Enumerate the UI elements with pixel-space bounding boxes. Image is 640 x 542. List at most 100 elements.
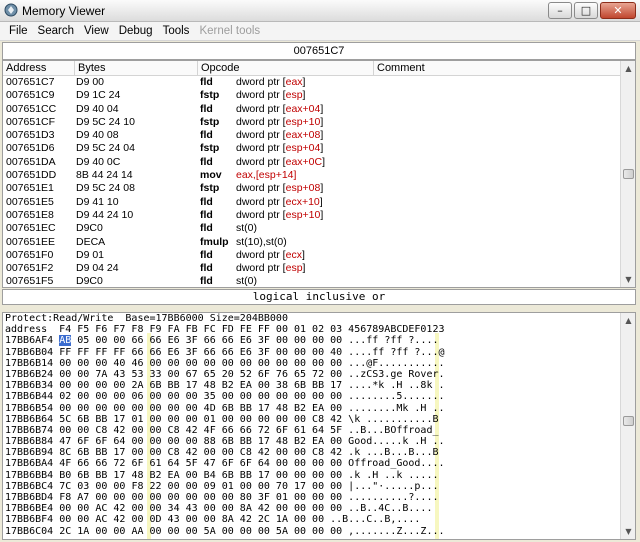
hex-row[interactable]: 17BB6B64 5C 6B BB 17 01 00 00 00 01 00 0… xyxy=(5,414,445,425)
disassembler-row[interactable]: 007651D6 D9 5C 24 04 fstp dword ptr [esp+04… xyxy=(3,142,621,155)
selected-byte[interactable]: AB xyxy=(59,335,72,347)
disassembler-row[interactable]: 007651DA D9 40 0C fld dword ptr [eax+0C] xyxy=(3,156,621,169)
hex-row-bytes: F8 A7 00 00 00 00 00 00 00 00 80 3F 01 0… xyxy=(53,492,343,503)
row-operands: dword ptr [esp+10] xyxy=(236,209,323,222)
hex-row[interactable]: 17BB6BC4 7C 03 00 00 F8 22 00 00 09 01 0… xyxy=(5,481,445,492)
hex-row-address: 17BB6B94 xyxy=(5,447,54,459)
hex-row[interactable]: 17BB6B34 00 00 00 00 2A 6B BB 17 48 B2 E… xyxy=(5,380,445,391)
disassembler-row[interactable]: 007651E1 D9 5C 24 08 fstp dword ptr [esp+08… xyxy=(3,182,621,195)
scroll-down-arrow-icon[interactable]: ▼ xyxy=(621,272,635,287)
menu-debug[interactable]: Debug xyxy=(114,23,158,40)
row-address: 007651E5 xyxy=(6,195,54,208)
hex-row[interactable]: 17BB6B94 8C 6B BB 17 00 00 C8 42 00 00 C… xyxy=(5,447,445,458)
menu-tools[interactable]: Tools xyxy=(158,23,195,40)
column-header-comment[interactable]: Comment xyxy=(374,61,621,75)
hex-row[interactable]: 17BB6AF4 AB 05 00 00 66 66 E6 3F 66 66 E… xyxy=(5,335,445,347)
operand-suffix: ] xyxy=(320,182,324,195)
row-bytes: 8B 44 24 14 xyxy=(76,169,133,182)
disassembler-row[interactable]: 007651F5 D9C0 fld st(0) xyxy=(3,275,621,288)
operand-prefix: dword ptr [ xyxy=(236,129,286,142)
hex-row[interactable]: 17BB6BE4 00 00 AC 42 00 00 34 43 00 00 8… xyxy=(5,503,445,514)
hex-row[interactable]: 17BB6C04 2C 1A 00 00 AA 00 00 00 5A 00 0… xyxy=(5,526,445,537)
scrollbar-thumb[interactable] xyxy=(623,169,634,179)
hex-row[interactable]: 17BB6BB4 B0 6B BB 17 48 B2 EA 00 B4 6B B… xyxy=(5,470,445,481)
disassembler-row[interactable]: 007651CC D9 40 04 fld dword ptr [eax+04] xyxy=(3,103,621,116)
disassembler-row[interactable]: 007651C7 D9 00 fld dword ptr [eax] xyxy=(3,76,621,89)
row-opcode: fld xyxy=(200,102,213,115)
row-address: 007651F0 xyxy=(6,248,54,261)
hex-row[interactable]: 17BB6B04 FF FF FF FF 66 66 E6 3F 66 66 E… xyxy=(5,347,445,358)
disassembler-row[interactable]: 007651F0 D9 01 fld dword ptr [ecx] xyxy=(3,249,621,262)
menu-search[interactable]: Search xyxy=(33,23,79,40)
disassembler-row[interactable]: 007651D3 D9 40 08 fld dword ptr [eax+08] xyxy=(3,129,621,142)
scroll-up-arrow-icon[interactable]: ▲ xyxy=(621,313,635,328)
menu-kernel-tools[interactable]: Kernel tools xyxy=(194,23,265,40)
operand-register: esp+04 xyxy=(285,142,321,155)
row-address: 007651C7 xyxy=(6,76,55,88)
column-header-address[interactable]: Address xyxy=(3,61,75,75)
disassembler-row[interactable]: 007651E8 D9 44 24 10 fld dword ptr [esp+10] xyxy=(3,209,621,222)
hex-row[interactable]: 17BB6B14 00 00 00 40 46 00 00 00 00 00 0… xyxy=(5,358,445,369)
hex-row[interactable]: 17BB6BA4 4F 66 66 72 6F 61 64 5F 47 6F 6… xyxy=(5,458,445,469)
disassembler-row[interactable]: 007651DD 8B 44 24 14 mov eax,[esp+14] xyxy=(3,169,621,182)
scroll-down-arrow-icon[interactable]: ▼ xyxy=(621,524,635,539)
hex-row[interactable]: 17BB6B84 47 6F 6F 64 00 00 00 00 88 6B B… xyxy=(5,436,445,447)
hex-row-ascii: Good.....k .H .. xyxy=(342,436,445,448)
disassembler-row[interactable]: 007651EE DECA fmulp st(10),st(0) xyxy=(3,236,621,249)
operand-suffix: ] xyxy=(301,248,305,261)
operand-register: eax xyxy=(285,76,303,88)
hex-row-address: 17BB6B14 xyxy=(5,357,54,369)
row-address: 007651DD xyxy=(6,169,57,182)
row-bytes: D9 1C 24 xyxy=(76,89,121,102)
close-button[interactable]: ✕ xyxy=(600,2,636,19)
row-address: 007651F5 xyxy=(6,275,54,288)
menu-file[interactable]: File xyxy=(4,23,33,40)
current-address-display[interactable]: 007651C7 xyxy=(2,42,636,60)
hex-row[interactable]: 17BB6B54 00 00 00 00 00 00 00 00 4D 6B B… xyxy=(5,403,445,414)
hex-view[interactable]: Protect:Read/Write Base=17BB6000 Size=20… xyxy=(2,312,636,540)
operand-register: ecx xyxy=(285,248,302,261)
scroll-up-arrow-icon[interactable]: ▲ xyxy=(621,61,635,76)
menu-view[interactable]: View xyxy=(79,23,114,40)
minimize-button[interactable]: – xyxy=(548,2,572,19)
operand-suffix: ] xyxy=(302,76,306,88)
operand-suffix: ] xyxy=(320,142,324,155)
disassembler-row[interactable]: 007651F2 D9 04 24 fld dword ptr [esp] xyxy=(3,262,621,275)
hex-row[interactable]: 17BB6B44 02 00 00 00 06 00 00 00 35 00 0… xyxy=(5,391,445,402)
hex-row[interactable]: 17BB6B24 00 00 7A 43 53 33 00 67 65 20 5… xyxy=(5,369,445,380)
hex-row-address: 17BB6B44 xyxy=(5,391,54,403)
hex-scrollbar[interactable]: ▲ ▼ xyxy=(620,313,635,539)
hex-row-bytes: 5C 6B BB 17 01 00 00 00 01 00 00 00 00 0… xyxy=(53,413,343,425)
row-operands: st(10),st(0) xyxy=(236,236,287,249)
row-bytes: D9 44 24 10 xyxy=(76,208,134,221)
disassembler-view[interactable]: Address Bytes Opcode Comment 007651C7 D9 … xyxy=(2,60,636,288)
disassembler-row[interactable]: 007651E5 D9 41 10 fld dword ptr [ecx+10] xyxy=(3,196,621,209)
row-bytes: D9 5C 24 04 xyxy=(76,142,135,155)
disassembler-scrollbar[interactable]: ▲ ▼ xyxy=(620,61,635,287)
hex-row-address: 17BB6B84 xyxy=(5,436,54,448)
column-header-bytes[interactable]: Bytes xyxy=(75,61,198,75)
row-address: 007651EE xyxy=(6,235,56,248)
disassembler-header: Address Bytes Opcode Comment xyxy=(3,61,621,76)
row-operands: dword ptr [esp+10] xyxy=(236,116,323,129)
row-operands: dword ptr [esp+08] xyxy=(236,182,323,195)
hex-row[interactable]: 17BB6B74 00 00 C8 42 00 00 C8 42 4F 66 6… xyxy=(5,425,445,436)
hex-row[interactable]: 17BB6BD4 F8 A7 00 00 00 00 00 00 00 00 8… xyxy=(5,492,445,503)
row-bytes: D9 5C 24 08 xyxy=(76,182,135,195)
disassembler-row[interactable]: 007651C9 D9 1C 24 fstp dword ptr [esp] xyxy=(3,89,621,102)
hex-row-address: 17BB6BB4 xyxy=(5,469,54,481)
hex-row-ascii: ..........?.... xyxy=(342,492,439,503)
hex-row[interactable]: 17BB6BF4 00 00 AC 42 00 0D 43 00 00 8A 4… xyxy=(5,514,445,525)
disassembler-row[interactable]: 007651CF D9 5C 24 10 fstp dword ptr [esp+10… xyxy=(3,116,621,129)
hex-row-address: 17BB6BA4 xyxy=(5,458,54,470)
operand-register: esp+08 xyxy=(285,182,321,195)
scrollbar-thumb[interactable] xyxy=(623,416,634,426)
maximize-button[interactable]: □ xyxy=(574,2,598,19)
row-address: 007651D3 xyxy=(6,129,55,142)
row-operands: dword ptr [ecx] xyxy=(236,249,305,262)
row-address: 007651EC xyxy=(6,222,56,235)
column-header-opcode[interactable]: Opcode xyxy=(198,61,374,75)
row-opcode: fld xyxy=(200,248,213,261)
disassembler-row[interactable]: 007651EC D9C0 fld st(0) xyxy=(3,222,621,235)
row-operands: dword ptr [eax+0C] xyxy=(236,156,325,169)
